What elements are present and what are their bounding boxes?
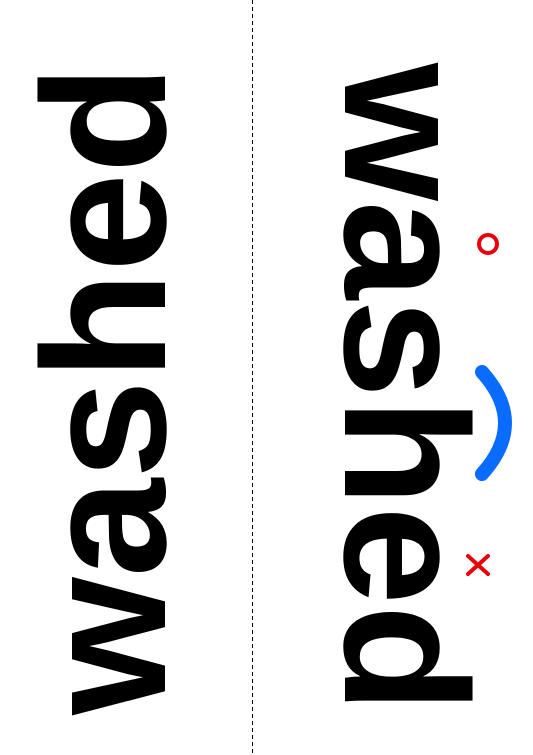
left-word: washed	[7, 65, 203, 716]
right-word: washed	[307, 62, 503, 713]
right-word-group: washed	[307, 62, 503, 713]
worksheet-canvas: washed washed	[7, 0, 512, 755]
left-word-group: washed	[7, 65, 203, 716]
